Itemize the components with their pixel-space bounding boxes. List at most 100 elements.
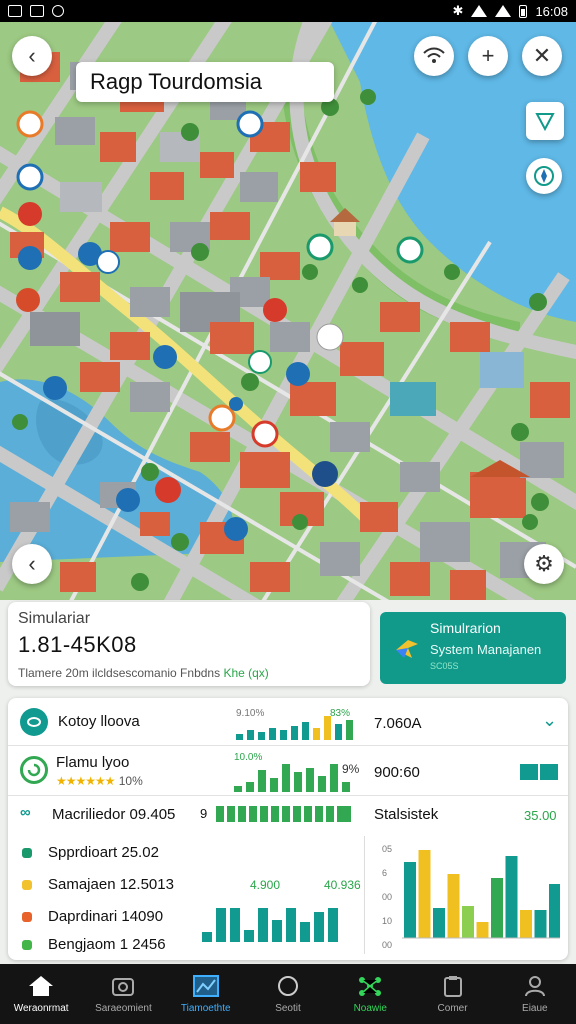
nav-label: Tiamoethte	[180, 1002, 231, 1014]
y-tick-label: 6	[382, 868, 387, 878]
mini-bar	[300, 922, 310, 942]
city-map[interactable]: ‹ Ragp Tourdomsia + ✕ ‹ ⚙	[0, 22, 576, 600]
add-button[interactable]: +	[468, 36, 508, 76]
back-button[interactable]: ‹	[12, 36, 52, 76]
mini-bar	[291, 726, 298, 740]
person-icon	[524, 975, 545, 996]
mini-bar	[294, 772, 302, 792]
nav-item-profile[interactable]: Eiaue	[494, 964, 576, 1024]
stat-row-2-value: 900:60	[374, 764, 420, 781]
mini-bar	[314, 912, 324, 942]
mini-chart-label-right: 40.936	[324, 878, 361, 892]
app-screen: ✱ 16:08 ‹ Ragp Tourdomsia + ✕ ‹ ⚙ Simula…	[0, 0, 576, 1024]
mini-bar	[258, 908, 268, 942]
stat-row-1[interactable]: Kotoy lloova 9.10% 83% 7.060A ⌄	[8, 698, 568, 746]
mini-bar	[318, 776, 326, 792]
collapse-button[interactable]: ‹	[12, 544, 52, 584]
wifi-icon	[471, 5, 488, 17]
bluetooth-icon: ✱	[452, 3, 464, 18]
chevron-left-icon: ‹	[28, 551, 36, 576]
compass-icon	[534, 166, 554, 186]
gear-icon: ⚙	[534, 551, 554, 576]
tools-button[interactable]: ✕	[522, 36, 562, 76]
mini-bar	[244, 930, 254, 942]
legend-item: Samajaen 12.5013	[22, 876, 174, 893]
chart-bar	[418, 850, 431, 938]
summary-value: 1.81-45K08	[18, 632, 137, 657]
plus-icon: +	[481, 43, 495, 68]
chart-bar	[462, 906, 474, 938]
mini-bar	[269, 728, 276, 740]
mini-bar	[306, 768, 314, 792]
triangle-filter-icon	[535, 113, 555, 131]
mini-bar	[202, 932, 212, 942]
mini-bar	[328, 908, 338, 942]
y-tick-label: 00	[382, 940, 392, 950]
mini-bar	[272, 920, 282, 942]
map-title-card: Ragp Tourdomsia	[76, 62, 334, 102]
nav-label: Weraonrmat	[13, 1002, 69, 1014]
legend-swatch	[22, 911, 32, 922]
mini-bar	[280, 730, 287, 740]
nav-item-map[interactable]: Tiamoethte	[165, 964, 247, 1024]
stat-row-3-prefix: 9	[200, 806, 208, 821]
chevron-down-icon[interactable]: ⌄	[542, 710, 557, 731]
chart-bar	[491, 878, 503, 938]
link-icon: ∞	[20, 804, 31, 821]
nav-item-clipboard[interactable]: Comer	[411, 964, 493, 1024]
gallery-icon	[8, 5, 22, 17]
compass-button[interactable]	[526, 158, 562, 194]
chart-bar	[476, 922, 489, 938]
battery-icon	[519, 4, 528, 18]
stat-row-3[interactable]: ∞ Macriliedor 09.405 9 Stalsistek 35.00	[8, 796, 568, 832]
legend-label: Samajaen 12.5013	[48, 876, 174, 893]
globe-icon	[20, 708, 48, 736]
system-management-card[interactable]: Simulrarion System Manajanen SC05S	[380, 612, 566, 684]
stat-row-3-value: Stalsistek	[374, 806, 439, 823]
progress-block	[260, 806, 268, 822]
mini-bar	[247, 730, 254, 740]
stat-row-2-rating: ★★★★★★ 10%	[56, 772, 143, 789]
camera-icon	[112, 977, 135, 996]
chart-bar	[505, 856, 518, 938]
bird-logo-icon	[396, 640, 418, 658]
nav-item-circle[interactable]: Seotit	[247, 964, 329, 1024]
nav-label: Seotit	[275, 1002, 301, 1014]
nav-item-home[interactable]: Weraonrmat	[0, 964, 82, 1024]
progress-block	[293, 806, 301, 822]
stat-row-2[interactable]: Flamu lyoo ★★★★★★ 10% 10.0% 9% 900:60	[8, 746, 568, 796]
mini-bar	[234, 786, 242, 792]
simulation-summary-card[interactable]: Simulariar 1.81-45K08 Tlamere 20m ilclds…	[8, 602, 370, 686]
mini-bar	[270, 778, 278, 792]
circle-icon	[277, 975, 298, 996]
wifi-button[interactable]	[414, 36, 454, 76]
y-tick-label: 05	[382, 844, 392, 854]
mini-bar	[342, 782, 350, 792]
mini-chart-label-left: 4.900	[250, 878, 281, 892]
settings-button[interactable]: ⚙	[524, 544, 564, 584]
progress-block	[315, 806, 323, 822]
nav-item-camera[interactable]: Saraeomient	[82, 964, 164, 1024]
sim-card-tag: SC05S	[430, 661, 459, 671]
filter-button[interactable]	[526, 102, 564, 140]
map-icon	[192, 974, 219, 997]
mini-bar	[282, 764, 290, 792]
stat-row-1-value: 7.060A	[374, 715, 422, 732]
chart-bar	[447, 874, 460, 938]
category-bar-chart: 05 6 00 10 00	[382, 844, 560, 950]
nav-label: Noawie	[353, 1002, 387, 1014]
legend-item: Daprdinari 14090	[22, 908, 163, 925]
mini-bar	[258, 770, 266, 792]
status-bar: ✱ 16:08	[0, 0, 576, 22]
mini-bar	[335, 724, 342, 740]
stat-row-1-label: Kotoy lloova	[58, 713, 140, 730]
chart-bar	[534, 910, 547, 938]
clock: 16:08	[535, 3, 568, 19]
map-title: Ragp Tourdomsia	[90, 69, 263, 94]
legend-label: Spprdioart 25.02	[48, 844, 159, 861]
signal-icon	[495, 5, 512, 17]
nav-item-network[interactable]: Noawie	[329, 964, 411, 1024]
progress-block	[271, 806, 279, 822]
summary-subtitle-text: Tlamere 20m ilcldsescomanio Fnbdns	[18, 666, 221, 680]
sim-card-title: Simulrarion	[430, 620, 501, 636]
